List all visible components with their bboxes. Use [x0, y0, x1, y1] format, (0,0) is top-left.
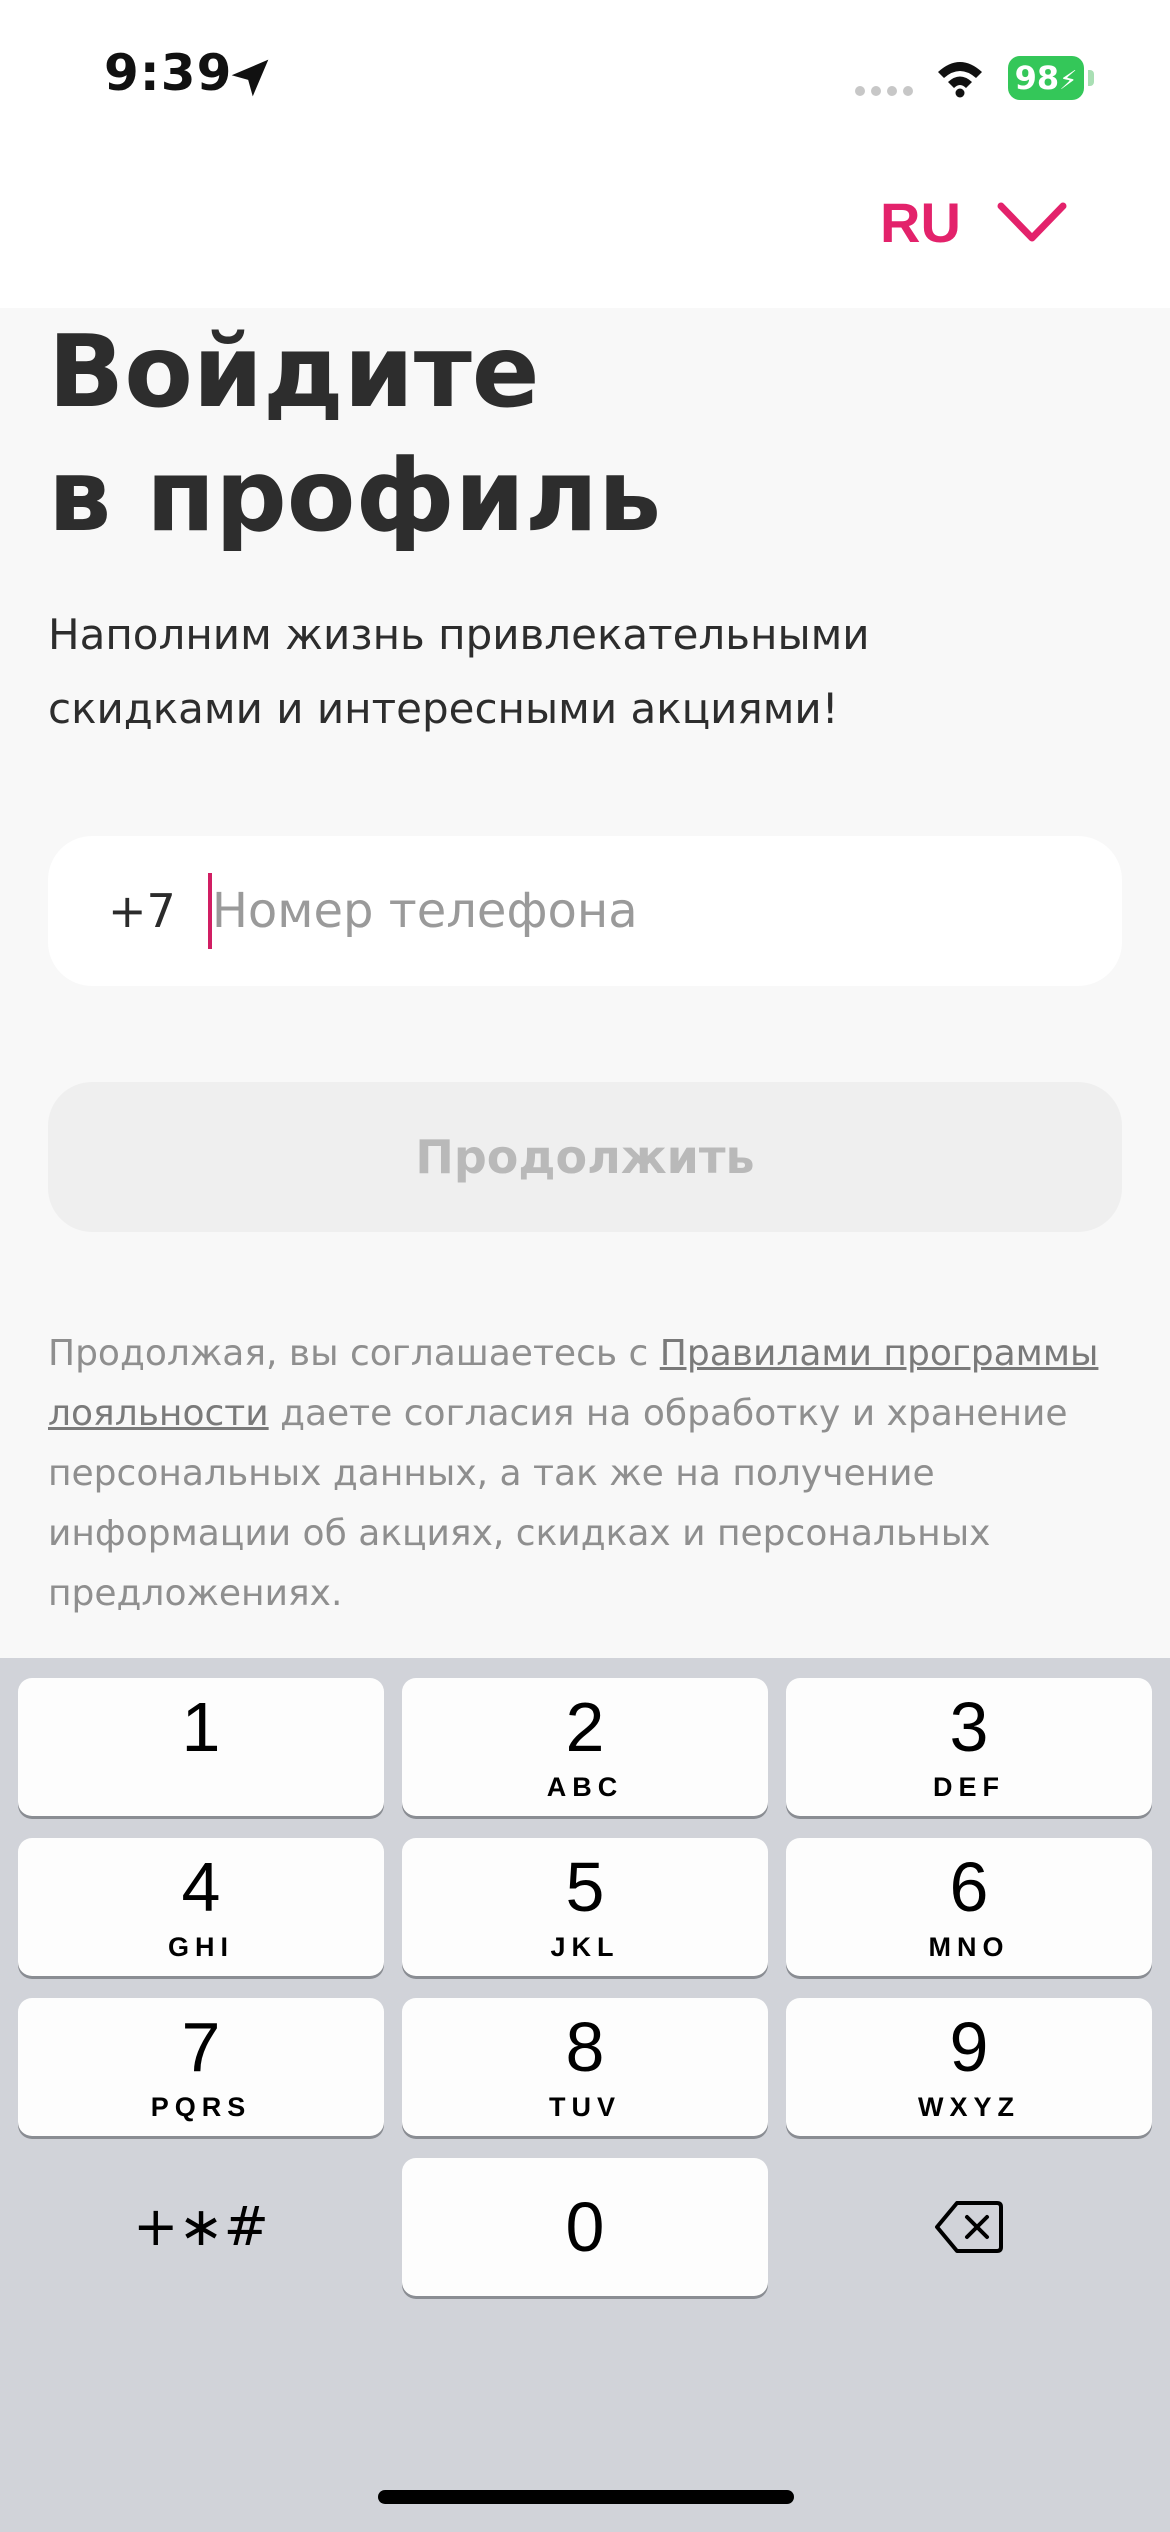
language-label: RU	[880, 191, 961, 254]
location-arrow-icon	[231, 59, 269, 97]
key-digit: 3	[949, 1688, 989, 1766]
phone-input[interactable]	[211, 883, 1012, 939]
battery-level: 98	[1014, 59, 1060, 97]
home-indicator[interactable]	[378, 2490, 794, 2504]
key-digit: 2	[565, 1688, 605, 1766]
key-8[interactable]: 8 TUV	[402, 1998, 768, 2136]
battery-indicator: 98⚡	[1008, 56, 1084, 100]
page-title: Войдите в профиль	[48, 310, 661, 558]
title-line-1: Войдите	[48, 313, 540, 430]
key-letters: PQRS	[150, 2092, 252, 2122]
subtitle-line-1: Наполним жизнь привлекательными	[48, 610, 870, 659]
key-letters: TUV	[549, 2092, 621, 2122]
key-digit: 4	[181, 1848, 221, 1926]
key-9[interactable]: 9 WXYZ	[786, 1998, 1152, 2136]
key-6[interactable]: 6 MNO	[786, 1838, 1152, 1976]
title-line-2: в профиль	[48, 437, 662, 554]
charging-bolt-icon: ⚡	[1059, 66, 1078, 96]
cellular-signal-icon	[855, 86, 913, 96]
delete-key[interactable]	[786, 2158, 1152, 2296]
key-digit: 9	[949, 2008, 989, 2086]
page-subtitle: Наполним жизнь привлекательными скидками…	[48, 598, 1128, 746]
continue-button[interactable]: Продолжить	[48, 1082, 1122, 1232]
symbols-key[interactable]: +∗#	[18, 2158, 384, 2296]
key-letters: DEF	[933, 1772, 1005, 1802]
key-digit: 1	[181, 1688, 221, 1766]
country-code: +7	[108, 884, 176, 938]
backspace-icon	[935, 2201, 1003, 2253]
key-1[interactable]: 1	[18, 1678, 384, 1816]
battery-cap	[1088, 70, 1094, 86]
language-selector[interactable]: RU	[880, 190, 1067, 255]
legal-text-before: Продолжая, вы соглашаетесь с	[48, 1333, 660, 1374]
key-3[interactable]: 3 DEF	[786, 1678, 1152, 1816]
legal-notice: Продолжая, вы соглашаетесь с Правилами п…	[48, 1324, 1138, 1624]
key-2[interactable]: 2 ABC	[402, 1678, 768, 1816]
key-0[interactable]: 0	[402, 2158, 768, 2296]
key-letters: GHI	[167, 1932, 234, 1962]
key-letters: JKL	[550, 1932, 620, 1962]
key-letters: MNO	[928, 1932, 1010, 1962]
phone-field[interactable]: +7	[48, 836, 1122, 986]
key-5[interactable]: 5 JKL	[402, 1838, 768, 1976]
chevron-down-icon	[997, 202, 1067, 241]
key-letters: WXYZ	[918, 2092, 1020, 2122]
status-time: 9:39	[104, 44, 233, 102]
key-digit: 7	[181, 2008, 221, 2086]
key-digit: 5	[565, 1848, 605, 1926]
key-4[interactable]: 4 GHI	[18, 1838, 384, 1976]
key-letters: ABC	[546, 1772, 624, 1802]
key-digit: 6	[949, 1848, 989, 1926]
key-7[interactable]: 7 PQRS	[18, 1998, 384, 2136]
wifi-icon	[938, 62, 982, 98]
key-digit: 0	[565, 2188, 605, 2266]
key-digit: 8	[565, 2008, 605, 2086]
subtitle-line-2: скидками и интересными акциями!	[48, 684, 839, 733]
top-bar: 9:39 98⚡ RU	[0, 0, 1170, 308]
